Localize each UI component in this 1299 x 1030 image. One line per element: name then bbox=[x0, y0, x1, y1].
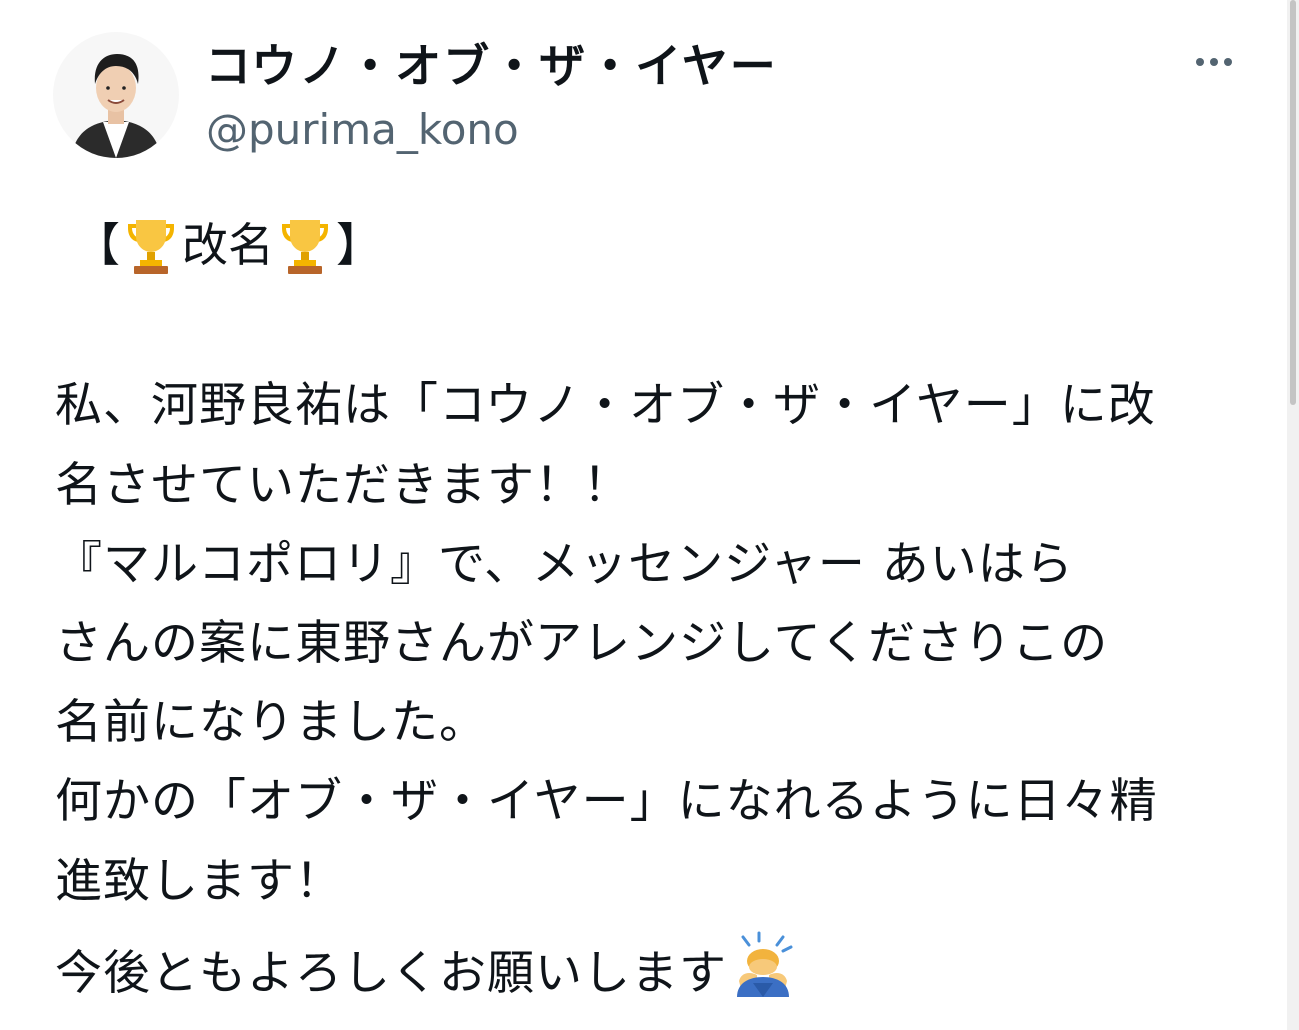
tweet-text-line: 名させていただきます！！ bbox=[55, 458, 631, 513]
headline-bracket-open: 【 bbox=[74, 218, 120, 272]
trophy-emoji-icon bbox=[120, 214, 182, 276]
avatar-photo bbox=[53, 32, 179, 158]
scrollbar-thumb[interactable] bbox=[1290, 0, 1296, 405]
tweet-text-line: 名前になりました。 bbox=[55, 695, 487, 750]
tweet-header: コウノ・オブ・ザ・イヤー @purima_kono bbox=[0, 0, 1287, 180]
tweet-text-line: 私、河野良祐は「コウノ・オブ・ザ・イヤー」に改 bbox=[55, 378, 1156, 433]
scrollbar[interactable] bbox=[1287, 0, 1299, 1030]
tweet-text-line: 何かの「オブ・ザ・イヤー」になれるように日々精 bbox=[55, 774, 1158, 829]
tweet-text-line: 進致します！ bbox=[55, 854, 343, 909]
tweet-text-line: 『マルコポロリ』で、メッセンジャー あいはら bbox=[55, 537, 1074, 592]
display-name[interactable]: コウノ・オブ・ザ・イヤー bbox=[205, 38, 778, 94]
more-options-icon bbox=[1196, 58, 1232, 66]
person-bowing-emoji-icon bbox=[729, 931, 797, 999]
trophy-emoji-icon bbox=[274, 214, 336, 276]
tweet-text-line: さんの案に東野さんがアレンジしてくださりこの bbox=[55, 616, 1109, 671]
headline-bracket-close: 】 bbox=[336, 218, 382, 272]
more-options-button[interactable] bbox=[1188, 46, 1240, 78]
tweet-text-line: 今後ともよろしくお願いします bbox=[55, 946, 727, 1001]
tweet-headline: 【 改名 】 bbox=[74, 212, 382, 278]
tweet-page: コウノ・オブ・ザ・イヤー @purima_kono 【 改名 】 私、河野良祐は… bbox=[0, 0, 1299, 1030]
tweet-text-last-line: 今後ともよろしくお願いします bbox=[55, 931, 797, 1004]
headline-text: 改名 bbox=[182, 218, 274, 272]
user-handle[interactable]: @purima_kono bbox=[206, 104, 519, 156]
avatar[interactable] bbox=[53, 32, 179, 158]
